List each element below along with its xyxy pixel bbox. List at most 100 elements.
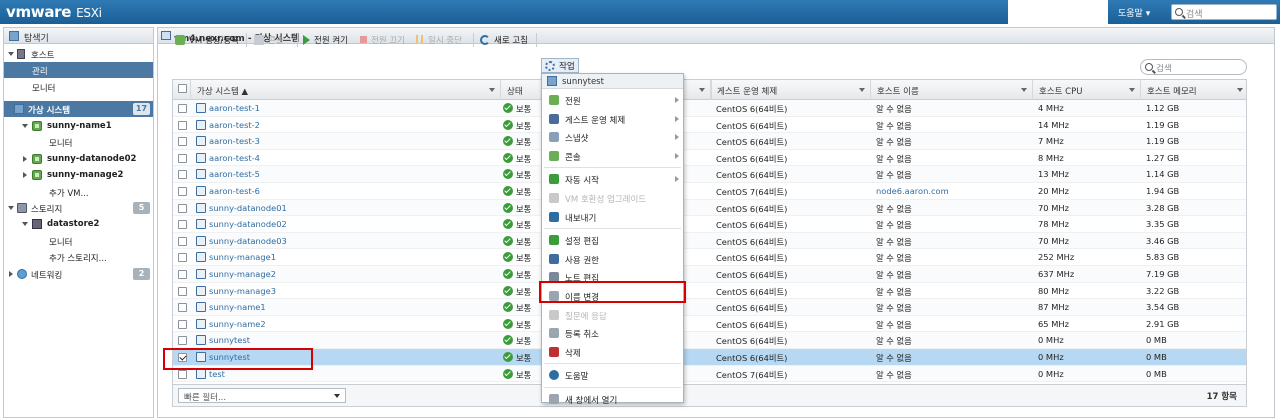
row-checkbox[interactable] xyxy=(178,220,187,230)
vm-name-link[interactable]: aaron-test-6 xyxy=(209,186,260,196)
table-row[interactable]: sunny-name1 보통 CentOS 6(64비트) 알 수 없음 87 MHz 3… xyxy=(173,299,1246,316)
power-off-button[interactable]: 전원 끄기 xyxy=(360,33,412,47)
table-row[interactable]: aaron-test-6 보통 CentOS 7(64비트) node6.aaron.… xyxy=(173,183,1246,200)
row-checkbox[interactable] xyxy=(178,187,187,196)
expand-icon[interactable] xyxy=(23,172,27,178)
nav-vm-sunny-manage2[interactable]: sunny-manage2 xyxy=(4,167,153,183)
table-row[interactable]: sunny-datanode02 보통 CentOS 6(64비트) 알 수 없음 78… xyxy=(173,216,1246,233)
nav-datastore-monitor[interactable]: 모니터 xyxy=(4,233,153,249)
chevron-down-icon[interactable] xyxy=(1021,88,1027,92)
vm-name-link[interactable]: aaron-test-2 xyxy=(209,120,260,130)
nav-more-storage[interactable]: 추가 스토리지... xyxy=(4,249,153,265)
table-row[interactable]: sunny-datanode03 보통 CentOS 6(64비트) 알 수 없음 70… xyxy=(173,232,1246,250)
vm-name-link[interactable]: sunny-datanode03 xyxy=(209,236,287,246)
table-row[interactable]: sunny-datanode01 보통 CentOS 6(64비트) 알 수 없음 70… xyxy=(173,199,1246,217)
chevron-down-icon[interactable] xyxy=(334,394,340,398)
nav-host-monitor[interactable]: 모니터 xyxy=(4,79,153,95)
menu-item-upgrade[interactable]: VM 호환성 업그레이드 xyxy=(542,189,683,207)
expand-icon[interactable] xyxy=(9,271,13,277)
menu-item-delete[interactable]: 삭제 xyxy=(542,343,683,361)
chevron-down-icon[interactable] xyxy=(1237,88,1243,92)
vm-name-link[interactable]: sunny-manage3 xyxy=(209,286,276,296)
vm-name-link[interactable]: sunny-datanode01 xyxy=(209,203,287,213)
header-host-memory[interactable]: 호스트 메모리 xyxy=(1141,80,1246,100)
row-checkbox[interactable] xyxy=(178,286,187,296)
row-checkbox[interactable] xyxy=(178,120,187,130)
header-host-cpu[interactable]: 호스트 CPU xyxy=(1033,80,1141,100)
quick-filter-select[interactable]: 빠른 필터... xyxy=(178,388,346,403)
header-vm-name[interactable]: 가상 시스템 ▲ xyxy=(191,80,501,100)
menu-item-snapshot[interactable]: 스냅샷 xyxy=(542,128,683,146)
table-row[interactable]: sunny-manage3 보통 CentOS 6(64비트) 알 수 없음 80 MH… xyxy=(173,283,1246,300)
nav-networking[interactable]: 네트워킹 2 xyxy=(4,266,153,282)
collapse-icon[interactable] xyxy=(22,124,28,128)
nav-datastore2[interactable]: datastore2 xyxy=(4,216,153,232)
nav-vm-sunny-datanode02[interactable]: sunny-datanode02 xyxy=(4,151,153,167)
menu-item-help[interactable]: 도움말 xyxy=(542,366,683,384)
chevron-down-icon[interactable] xyxy=(489,88,495,92)
table-row[interactable]: sunnytest 보통 CentOS 6(64비트) 알 수 없음 0 MHz 0 MB xyxy=(173,332,1246,349)
row-checkbox[interactable] xyxy=(178,303,187,313)
vm-name-link[interactable]: aaron-test-3 xyxy=(209,136,260,146)
table-row[interactable]: sunny-manage1 보통 CentOS 6(64비트) 알 수 없음 252 M… xyxy=(173,249,1246,266)
menu-item-unregister[interactable]: 등록 취소 xyxy=(542,324,683,342)
table-row[interactable]: aaron-test-3 보통 CentOS 6(64비트) 알 수 없음 7 MHz 1… xyxy=(173,133,1246,150)
table-row[interactable]: test 보통 CentOS 7(64비트) 알 수 없음 0 MHz 0 MB xyxy=(173,365,1246,383)
nav-storage[interactable]: 스토리지 5 xyxy=(4,200,153,216)
header-select-all[interactable] xyxy=(173,80,191,100)
header-host-name[interactable]: 호스트 이름 xyxy=(871,80,1033,100)
nav-host[interactable]: 호스트 xyxy=(4,46,153,62)
menu-item-autostart[interactable]: 자동 시작 xyxy=(542,170,683,188)
refresh-button[interactable]: 새로 고침 xyxy=(480,33,532,47)
row-checkbox[interactable] xyxy=(178,137,187,147)
select-all-checkbox[interactable] xyxy=(178,84,187,93)
top-search-input[interactable]: 검색 xyxy=(1171,4,1277,20)
menu-item-guest-os[interactable]: 게스트 운영 체제 xyxy=(542,110,683,128)
table-row[interactable]: sunnytest 보통 CentOS 6(64비트) 알 수 없음 0 MHz 0 MB xyxy=(173,349,1246,366)
menu-item-permissions[interactable]: 사용 권한 xyxy=(542,250,683,268)
vm-name-link[interactable]: sunnytest xyxy=(209,335,250,345)
row-checkbox[interactable] xyxy=(178,253,187,263)
row-checkbox[interactable] xyxy=(178,319,187,329)
vm-name-link[interactable]: test xyxy=(209,369,225,379)
suspend-button[interactable]: 일시 중단 xyxy=(416,33,470,47)
chevron-down-icon[interactable] xyxy=(699,88,705,92)
menu-item-power[interactable]: 전원 xyxy=(542,91,683,109)
menu-item-console[interactable]: 콘솔 xyxy=(542,147,683,165)
vm-name-link[interactable]: aaron-test-1 xyxy=(209,103,260,113)
vm-name-link[interactable]: sunny-name1 xyxy=(209,302,266,312)
vm-name-link[interactable]: sunny-datanode02 xyxy=(209,219,287,229)
row-checkbox[interactable] xyxy=(178,170,187,180)
chevron-down-icon[interactable] xyxy=(1129,88,1135,92)
table-row[interactable]: aaron-test-5 보통 CentOS 6(64비트) 알 수 없음 13 MHz… xyxy=(173,166,1246,183)
console-button[interactable]: 콘솔 xyxy=(254,33,294,47)
header-guest-os[interactable]: 게스트 운영 체제 xyxy=(711,80,871,100)
table-row[interactable]: aaron-test-4 보통 CentOS 6(64비트) 알 수 없음 8 MHz 1… xyxy=(173,150,1246,167)
table-row[interactable]: aaron-test-2 보통 CentOS 6(64비트) 알 수 없음 14 MHz… xyxy=(173,117,1246,134)
table-row[interactable]: aaron-test-1 보통 CentOS 6(64비트) 알 수 없음 4 MHz 1… xyxy=(173,100,1246,117)
create-register-vm-button[interactable]: VM 생성/등록 xyxy=(175,33,243,47)
collapse-icon[interactable] xyxy=(8,52,14,56)
nav-virtual-machines[interactable]: 가상 시스템 17 xyxy=(4,101,153,117)
vm-name-link[interactable]: aaron-test-5 xyxy=(209,169,260,179)
nav-vm-sunny-name1[interactable]: sunny-name1 xyxy=(4,118,153,134)
help-menu[interactable]: 도움말 ▾ xyxy=(1118,6,1150,19)
table-row[interactable]: sunny-manage2 보통 CentOS 6(64비트) 알 수 없음 637 M… xyxy=(173,266,1246,283)
row-checkbox[interactable] xyxy=(178,270,187,279)
menu-item-settings[interactable]: 설정 편집 xyxy=(542,231,683,249)
row-checkbox[interactable] xyxy=(178,236,187,246)
menu-item-export[interactable]: 내보내기 xyxy=(542,208,683,226)
vm-name-link[interactable]: sunny-manage1 xyxy=(209,252,276,262)
collapse-icon[interactable] xyxy=(22,222,28,226)
menu-item-question[interactable]: 질문에 응답 xyxy=(542,306,683,324)
nav-vm-monitor[interactable]: 모니터 xyxy=(4,134,153,150)
row-checkbox[interactable] xyxy=(178,336,187,346)
expand-icon[interactable] xyxy=(23,156,27,162)
vm-name-link[interactable]: sunny-manage2 xyxy=(209,269,276,279)
power-on-button[interactable]: 전원 켜기 xyxy=(303,33,357,47)
actions-button[interactable]: 작업 xyxy=(541,58,579,73)
row-checkbox[interactable] xyxy=(178,369,187,379)
vm-name-link[interactable]: aaron-test-4 xyxy=(209,153,260,163)
chevron-down-icon[interactable] xyxy=(859,88,865,92)
vm-name-link[interactable]: sunny-name2 xyxy=(209,319,266,329)
